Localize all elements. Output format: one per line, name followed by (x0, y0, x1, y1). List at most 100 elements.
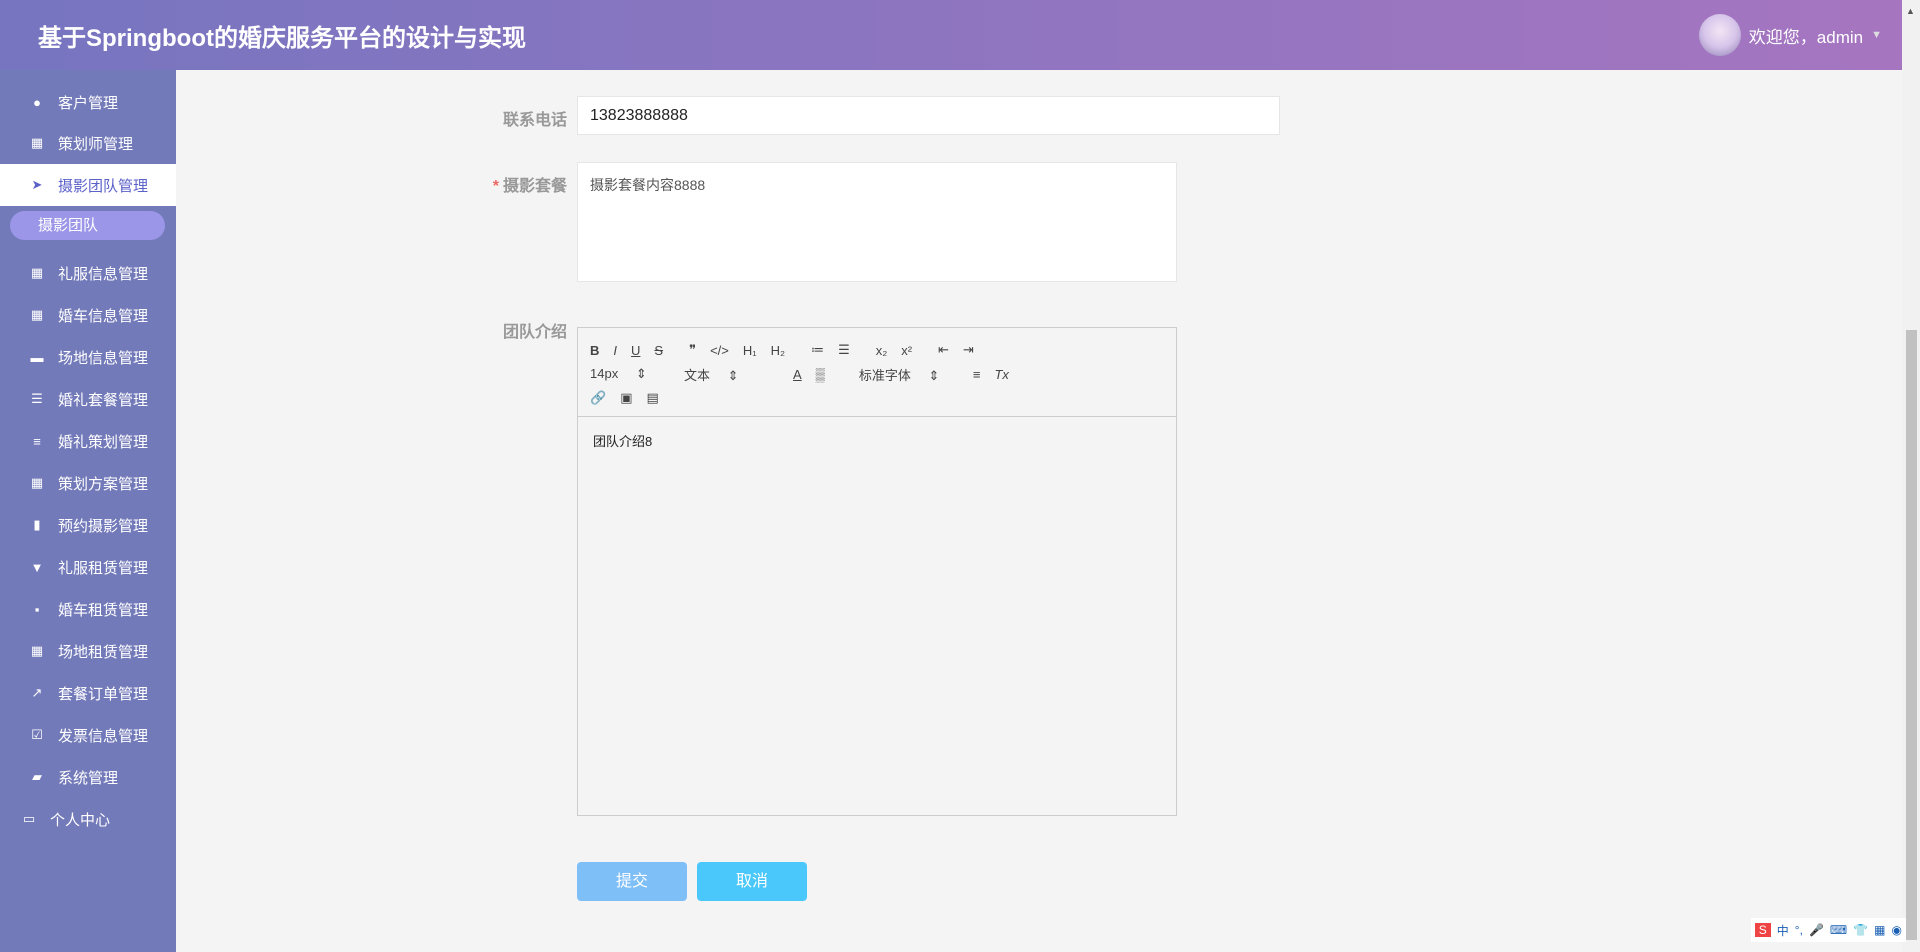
text-type-select[interactable]: 文本 ⇕ (684, 365, 779, 384)
menu-icon: ▮ (33, 517, 41, 532)
submit-button[interactable]: 提交 (577, 862, 687, 901)
package-textarea[interactable]: 摄影套餐内容8888 (577, 162, 1177, 282)
sidebar-item-label: 礼服租赁管理 (58, 559, 149, 577)
sidebar-item[interactable]: ▮ 预约摄影管理 (0, 504, 176, 546)
strike-icon[interactable]: S (654, 343, 663, 358)
sidebar-item-label: 策划师管理 (58, 135, 134, 153)
sidebar-item-photo-team[interactable]: ➤ 摄影团队管理 (0, 164, 176, 206)
sidebar-item[interactable]: ▬ 场地信息管理 (0, 336, 176, 378)
sidebar-item-customer[interactable]: ● 客户管理 (0, 81, 176, 123)
sidebar-item[interactable]: ▦ 策划方案管理 (0, 462, 176, 504)
ime-toolbar: S 中 °, 🎤 ⌨ 👕 ▦ ◉ (1750, 918, 1906, 942)
link-icon[interactable]: 🔗 (590, 390, 606, 406)
ordered-list-icon[interactable]: ≔ (811, 342, 824, 358)
sidebar-item[interactable]: ☑ 发票信息管理 (0, 714, 176, 756)
ime-icon[interactable]: 🎤 (1809, 923, 1824, 937)
font-size-select[interactable]: 14px ⇕ (590, 366, 670, 382)
sidebar-item[interactable]: ▭ 个人中心 (0, 798, 176, 840)
font-color-icon[interactable]: A (793, 367, 802, 382)
editor-content[interactable]: 团队介绍8 (578, 417, 1176, 464)
sidebar-item[interactable]: ≡ 婚礼策划管理 (0, 420, 176, 462)
menu-icon: ▬ (30, 349, 44, 365)
bold-icon[interactable]: B (590, 343, 599, 358)
grid-icon: ▦ (30, 135, 44, 150)
text-type-value: 文本 (684, 367, 711, 383)
scroll-up-icon[interactable]: ▲ (1906, 6, 1915, 16)
underline-icon[interactable]: U (631, 343, 640, 358)
phone-label: 联系电话 (502, 112, 567, 129)
menu-icon: ≡ (33, 433, 41, 449)
superscript-icon[interactable]: x² (901, 343, 912, 358)
sidebar-item[interactable]: ▰ 系统管理 (0, 756, 176, 798)
h1-icon[interactable]: H₁ (743, 343, 757, 358)
sidebar-item-label: 摄影团队管理 (58, 177, 149, 195)
menu-icon: ☰ (31, 391, 43, 406)
subscript-icon[interactable]: x₂ (876, 343, 888, 358)
bulb-icon: ● (33, 94, 41, 110)
sidebar-subitem-photo-team[interactable]: 摄影团队 (10, 211, 165, 240)
app-title: 基于Springboot的婚庆服务平台的设计与实现 (38, 25, 526, 52)
ime-icon[interactable]: ◉ (1892, 923, 1902, 937)
editor-toolbar: B I U S ❞ </> H₁ H₂ ≔ ☰ x₂ x² ⇤ ⇥ 14px ⇕ 文本 ⇕ A ▒ 标准字… (578, 328, 1176, 417)
blockquote-icon[interactable]: ❞ (689, 342, 696, 358)
sidebar-item-label: 发票信息管理 (58, 727, 149, 745)
menu-icon: ▦ (30, 307, 44, 322)
ime-icon[interactable]: ⌨ (1830, 923, 1847, 937)
sidebar-item[interactable]: ▦ 婚车信息管理 (0, 294, 176, 336)
ime-icon[interactable]: 👕 (1853, 923, 1868, 937)
sidebar-item[interactable]: ▼ 礼服租赁管理 (0, 546, 176, 588)
package-label: * 摄影套餐 (493, 172, 567, 196)
caret-down-icon[interactable]: ▼ (1871, 29, 1882, 41)
font-size-value: 14px (590, 366, 619, 381)
sidebar-item-label: 套餐订单管理 (58, 685, 149, 703)
sidebar-item[interactable]: ▦ 礼服信息管理 (0, 252, 176, 294)
cancel-button[interactable]: 取消 (697, 862, 807, 901)
menu-icon: ▼ (30, 559, 44, 575)
main-form: 联系电话 13823888888 * 摄影套餐 摄影套餐内容8888 团队介绍 B… (176, 70, 1902, 952)
indent-icon[interactable]: ⇥ (963, 342, 974, 358)
sidebar-item[interactable]: ▦ 场地租赁管理 (0, 630, 176, 672)
outdent-icon[interactable]: ⇤ (938, 342, 949, 358)
video-icon[interactable]: ▤ (646, 390, 658, 406)
sidebar-item-label: 婚车租赁管理 (58, 601, 149, 619)
scrollbar-thumb[interactable] (1906, 330, 1917, 940)
align-icon[interactable]: ≡ (973, 367, 981, 382)
menu-icon: ▦ (30, 643, 44, 658)
ime-icon[interactable]: S (1754, 923, 1771, 937)
send-icon: ➤ (31, 177, 43, 192)
font-family-value: 标准字体 (858, 367, 911, 383)
sidebar-item-label: 客户管理 (58, 94, 119, 112)
menu-icon: ☑ (31, 727, 43, 742)
bullet-list-icon[interactable]: ☰ (838, 342, 850, 358)
background-color-icon[interactable]: ▒ (816, 367, 825, 382)
sidebar-item-planner[interactable]: ▦ 策划师管理 (0, 122, 176, 164)
sidebar-item[interactable]: ▪ 婚车租赁管理 (0, 588, 176, 630)
sidebar-item-label: 策划方案管理 (58, 475, 149, 493)
required-mark: * (492, 178, 499, 195)
h2-icon[interactable]: H₂ (771, 343, 785, 358)
header: 基于Springboot的婚庆服务平台的设计与实现 欢迎您，admin ▼ (0, 0, 1902, 70)
sidebar-item-label: 场地信息管理 (58, 349, 149, 367)
menu-icon: ▰ (32, 769, 42, 784)
ime-icon[interactable]: 中 (1777, 922, 1789, 939)
sidebar-item-label: 预约摄影管理 (58, 517, 149, 535)
image-icon[interactable]: ▣ (620, 390, 632, 406)
sidebar-item-label: 婚礼套餐管理 (58, 391, 149, 409)
avatar[interactable] (1698, 14, 1741, 56)
user-menu[interactable]: 欢迎您，admin ▼ (1698, 14, 1882, 56)
sidebar-item[interactable]: ↗ 套餐订单管理 (0, 672, 176, 714)
code-icon[interactable]: </> (710, 343, 729, 358)
rich-text-editor: B I U S ❞ </> H₁ H₂ ≔ ☰ x₂ x² ⇤ ⇥ 14px ⇕ 文本 ⇕ A ▒ 标准字… (577, 327, 1177, 816)
welcome-text: 欢迎您，admin (1748, 27, 1864, 47)
sidebar-item-label: 礼服信息管理 (58, 265, 149, 283)
ime-icon[interactable]: ▦ (1874, 923, 1885, 937)
sidebar-item[interactable]: ☰ 婚礼套餐管理 (0, 378, 176, 420)
clear-format-icon[interactable]: Tx (994, 367, 1008, 382)
ime-icon[interactable]: °, (1795, 923, 1803, 937)
scrollbar[interactable]: ▲ (1902, 0, 1920, 952)
font-family-select[interactable]: 标准字体 ⇕ (859, 365, 959, 384)
menu-icon: ▭ (22, 811, 36, 826)
italic-icon[interactable]: I (613, 343, 617, 358)
sidebar-item-label: 婚礼策划管理 (58, 433, 149, 451)
phone-input[interactable]: 13823888888 (577, 96, 1280, 135)
